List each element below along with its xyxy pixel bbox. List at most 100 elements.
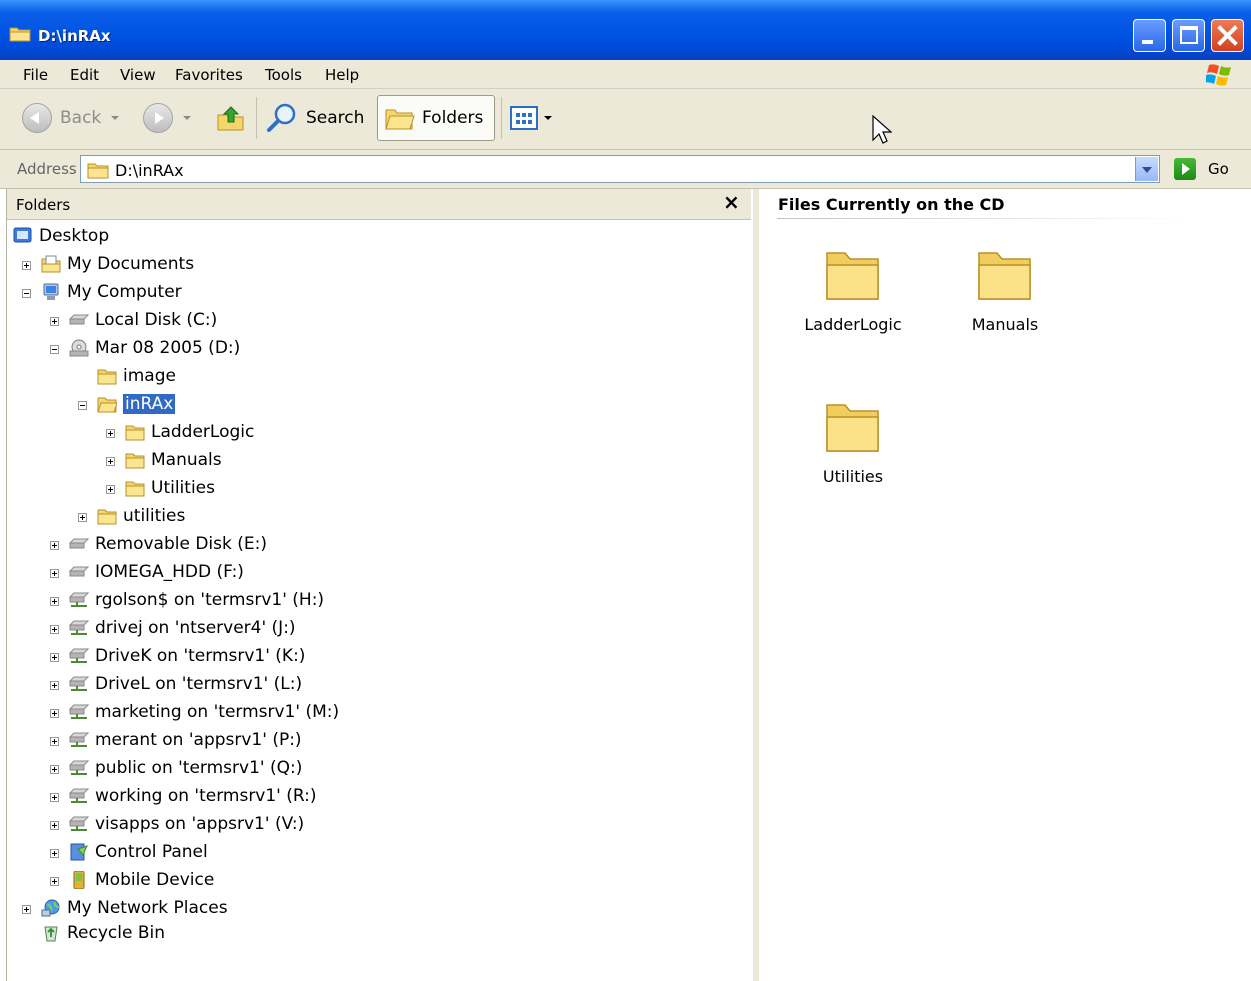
menu-help[interactable]: Help (325, 66, 359, 84)
menu-view[interactable]: View (120, 66, 156, 84)
folders-pane-title: Folders (16, 196, 71, 214)
tree-item-recycle-bin[interactable]: Recycle Bin (41, 921, 165, 945)
maximize-button[interactable] (1172, 19, 1205, 52)
address-value: D:\inRAx (115, 161, 184, 180)
tree-expander-network-drive[interactable] (50, 625, 59, 634)
tree-item-cd-drive[interactable]: Mar 08 2005 (D:) (69, 336, 240, 360)
tree-expander-network-drive[interactable] (50, 653, 59, 662)
tree-item-inrax[interactable]: inRAx (97, 392, 176, 416)
minimize-button[interactable] (1133, 19, 1166, 52)
tree-item-label: My Computer (67, 282, 182, 302)
tree-item-control-panel[interactable]: Control Panel (69, 840, 208, 864)
tree-expander-local-disk[interactable] (50, 317, 59, 326)
tree-expander-network-places[interactable] (22, 905, 31, 914)
close-button[interactable] (1211, 19, 1244, 52)
menu-file[interactable]: File (23, 66, 48, 84)
hard-drive-icon (69, 566, 89, 577)
address-bar: Address D:\inRAx Go (0, 150, 1251, 189)
tree-item-manuals[interactable]: Manuals (125, 448, 222, 472)
back-arrow-icon (22, 103, 52, 133)
tree-item-network-drive-l[interactable]: DriveL on 'termsrv1' (L:) (69, 672, 302, 696)
my-computer-icon (43, 283, 59, 300)
tree-item-network-drive-p[interactable]: merant on 'appsrv1' (P:) (69, 728, 302, 752)
tree-item-network-drive-h[interactable]: rgolson$ on 'termsrv1' (H:) (69, 588, 324, 612)
tree-item-network-drive-m[interactable]: marketing on 'termsrv1' (M:) (69, 700, 339, 724)
go-button[interactable]: Go (1208, 160, 1229, 178)
tree-item-desktop[interactable]: Desktop (13, 224, 109, 248)
tree-expander-inrax[interactable] (78, 401, 87, 410)
folders-pane-close-button[interactable]: × (723, 190, 740, 214)
tree-expander-network-drive[interactable] (50, 681, 59, 690)
tree-item-network-drive-v[interactable]: visapps on 'appsrv1' (V:) (69, 812, 304, 836)
views-button[interactable] (510, 95, 552, 141)
open-folder-icon (97, 397, 117, 413)
folder-icon (87, 163, 109, 179)
menu-edit[interactable]: Edit (70, 66, 99, 84)
tree-item-network-places[interactable]: My Network Places (41, 896, 228, 920)
tree-expander-my-documents[interactable] (22, 261, 31, 270)
tree-item-mobile-device[interactable]: Mobile Device (69, 868, 214, 892)
tree-expander-cd-drive[interactable] (50, 345, 59, 354)
file-item-label: LadderLogic (804, 315, 902, 334)
tree-expander-manuals[interactable] (106, 457, 115, 466)
tree-expander-utilities[interactable] (106, 485, 115, 494)
address-input[interactable]: D:\inRAx (80, 155, 1160, 183)
tree-expander-network-drive[interactable] (50, 765, 59, 774)
network-drive-icon (69, 816, 89, 831)
go-arrow-icon[interactable] (1174, 158, 1196, 180)
tree-item-ladderlogic[interactable]: LadderLogic (125, 420, 254, 444)
desktop-icon (13, 227, 32, 243)
folder-icon (826, 252, 879, 300)
toolbar: Back Search Folders (0, 89, 1251, 150)
folder-icon (97, 509, 117, 525)
tree-item-label: Local Disk (C:) (95, 310, 218, 330)
tree-expander-utilities-root[interactable] (78, 513, 87, 522)
tree-item-network-drive-k[interactable]: DriveK on 'termsrv1' (K:) (69, 644, 305, 668)
back-button[interactable]: Back (22, 95, 120, 141)
network-drive-icon (69, 788, 89, 803)
tree-item-label: DriveL on 'termsrv1' (L:) (95, 674, 303, 694)
address-dropdown-button[interactable] (1135, 157, 1158, 181)
title-bar[interactable]: D:\inRAx (0, 0, 1251, 60)
tree-expander-mobile-device[interactable] (50, 877, 59, 886)
tree-expander-iomega[interactable] (50, 569, 59, 578)
tree-item-utilities-root[interactable]: utilities (97, 504, 185, 528)
network-drive-icon (69, 732, 89, 747)
tree-item-label: DriveK on 'termsrv1' (K:) (95, 646, 306, 666)
tree-expander-network-drive[interactable] (50, 597, 59, 606)
tree-expander-network-drive[interactable] (50, 793, 59, 802)
file-item-ladderlogic[interactable]: LadderLogic (783, 247, 923, 334)
forward-button[interactable] (143, 95, 191, 141)
tree-expander-control-panel[interactable] (50, 849, 59, 858)
tree-item-network-drive-j[interactable]: drivej on 'ntserver4' (J:) (69, 616, 296, 640)
tree-expander-network-drive[interactable] (50, 821, 59, 830)
tree-item-my-computer[interactable]: My Computer (41, 280, 182, 304)
tree-expander-network-drive[interactable] (50, 737, 59, 746)
folders-button[interactable]: Folders (377, 95, 495, 141)
tree-item-network-drive-q[interactable]: public on 'termsrv1' (Q:) (69, 756, 302, 780)
tree-item-local-disk[interactable]: Local Disk (C:) (69, 308, 217, 332)
tree-item-network-drive-r[interactable]: working on 'termsrv1' (R:) (69, 784, 317, 808)
file-item-utilities[interactable]: Utilities (783, 399, 923, 486)
tree-expander-removable-disk[interactable] (50, 541, 59, 550)
toolbar-separator (501, 97, 502, 139)
tree-expander-my-computer[interactable] (22, 289, 31, 298)
folder-icon (978, 252, 1031, 300)
tree-item-utilities[interactable]: Utilities (125, 476, 215, 500)
mouse-cursor-icon (872, 115, 892, 144)
toolbar-separator (256, 97, 257, 139)
tree-expander-network-drive[interactable] (50, 709, 59, 718)
tree-item-label: Recycle Bin (67, 923, 166, 943)
tree-item-my-documents[interactable]: My Documents (41, 252, 194, 276)
tree-item-label: working on 'termsrv1' (R:) (95, 786, 317, 806)
file-item-manuals[interactable]: Manuals (935, 247, 1075, 334)
menu-favorites[interactable]: Favorites (175, 66, 243, 84)
tree-item-image[interactable]: image (97, 364, 176, 388)
up-folder-button[interactable] (216, 95, 246, 141)
tree-item-removable-disk[interactable]: Removable Disk (E:) (69, 532, 267, 556)
network-drive-icon (69, 676, 89, 691)
menu-tools[interactable]: Tools (265, 66, 302, 84)
search-button[interactable]: Search (266, 95, 364, 141)
tree-item-iomega[interactable]: IOMEGA_HDD (F:) (69, 560, 244, 584)
tree-expander-ladderlogic[interactable] (106, 429, 115, 438)
